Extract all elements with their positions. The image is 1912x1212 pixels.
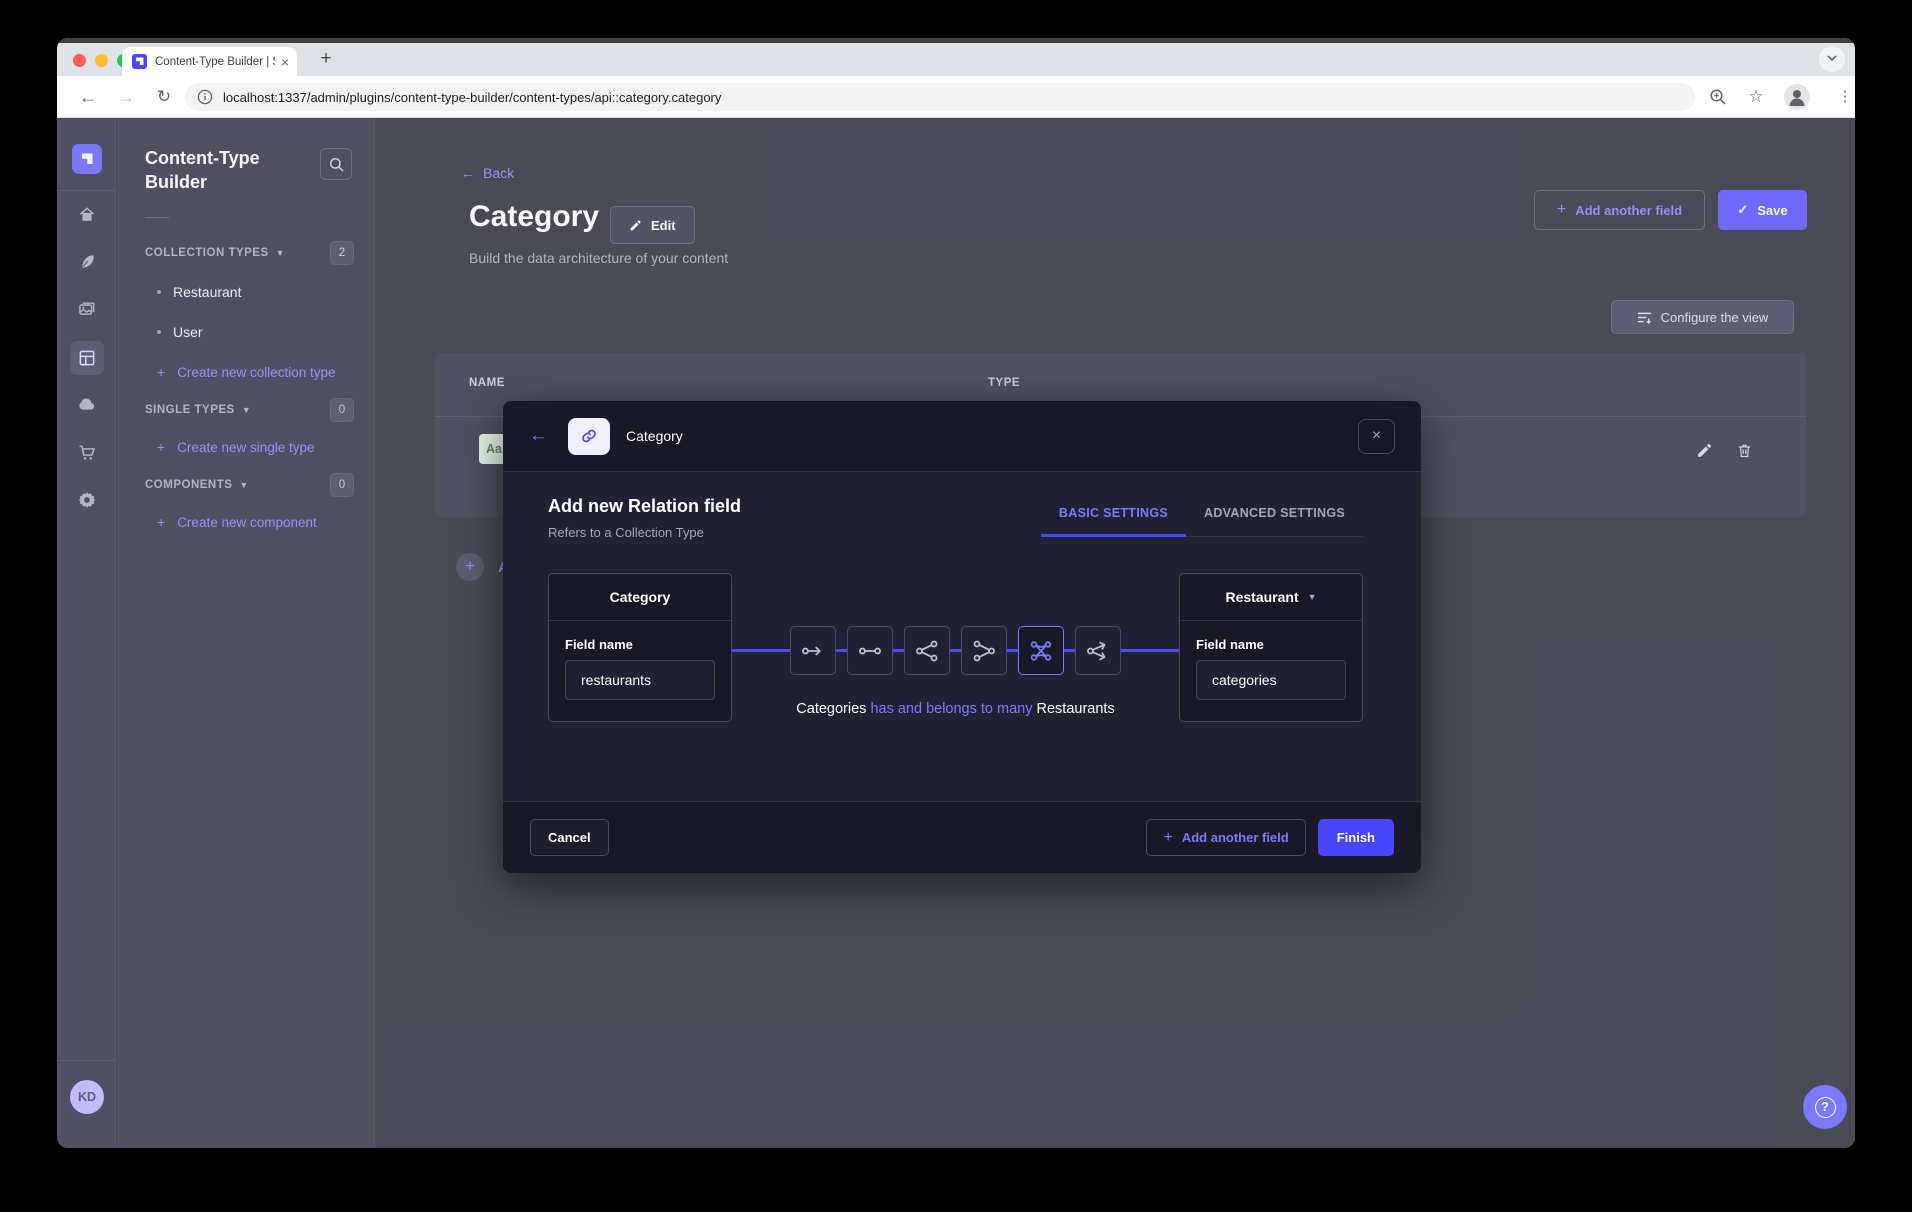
source-field-label: Field name — [565, 637, 715, 652]
source-card: Category Field name — [548, 573, 732, 722]
target-card: Restaurant ▼ Field name — [1179, 573, 1363, 722]
traffic-light-minimize[interactable] — [95, 54, 108, 67]
relation-one-to-many-icon[interactable] — [904, 626, 950, 675]
relation-many-way-icon[interactable] — [1075, 626, 1121, 675]
modal-footer: Cancel + Add another field Finish — [503, 801, 1421, 873]
modal-heading: Add new Relation field — [548, 496, 741, 517]
source-card-title: Category — [549, 574, 731, 621]
relation-one-way-icon[interactable] — [790, 626, 836, 675]
target-collection-dropdown[interactable]: Restaurant ▼ — [1180, 574, 1362, 621]
tab-title: Content-Type Builder | Strapi — [155, 56, 275, 68]
site-info-icon[interactable] — [197, 89, 213, 105]
strapi-admin-page: KD Content-Type Builder COLLECTION TYPES… — [57, 118, 1855, 1148]
modal-header: ← Category × — [503, 401, 1421, 472]
modal-subheading: Refers to a Collection Type — [548, 525, 741, 540]
finish-button[interactable]: Finish — [1318, 819, 1394, 856]
traffic-light-close[interactable] — [73, 54, 86, 67]
new-tab-button[interactable]: + — [313, 46, 339, 72]
modal-back-icon[interactable]: ← — [529, 425, 548, 447]
reload-icon[interactable]: ↻ — [151, 76, 177, 118]
tab-basic-settings[interactable]: BASIC SETTINGS — [1041, 502, 1186, 537]
modal-tabs: BASIC SETTINGS ADVANCED SETTINGS — [1041, 502, 1363, 537]
relation-sentence: Categories has and belongs to many Resta… — [732, 701, 1179, 717]
relation-link-icon — [568, 418, 610, 455]
tab-close-icon[interactable]: × — [281, 54, 289, 70]
browser-tab[interactable]: Content-Type Builder | Strapi × — [122, 47, 297, 76]
relation-many-to-one-icon[interactable] — [961, 626, 1007, 675]
chevron-down-icon: ▼ — [1308, 592, 1317, 602]
question-mark-icon: ? — [1815, 1097, 1836, 1118]
target-field-input[interactable] — [1196, 660, 1346, 700]
cancel-button[interactable]: Cancel — [530, 819, 609, 856]
zoom-magnifier-icon[interactable] — [1705, 76, 1731, 118]
strapi-favicon-icon — [132, 54, 147, 69]
browser-profile-avatar[interactable] — [1784, 84, 1810, 110]
back-nav-icon[interactable]: ← — [75, 76, 101, 118]
plus-icon: + — [1163, 829, 1172, 847]
bookmark-star-icon[interactable]: ☆ — [1743, 76, 1769, 118]
relation-selector: Categories has and belongs to many Resta… — [732, 573, 1179, 722]
help-button[interactable]: ? — [1803, 1085, 1847, 1129]
tab-strip: Content-Type Builder | Strapi × + — [57, 43, 1855, 76]
tab-search-button[interactable] — [1819, 46, 1845, 72]
relation-many-to-many-icon[interactable] — [1018, 626, 1064, 675]
modal-body: Add new Relation field Refers to a Colle… — [503, 472, 1421, 801]
relation-one-to-one-icon[interactable] — [847, 626, 893, 675]
add-relation-modal: ← Category × Add new Relation field Refe… — [503, 401, 1421, 873]
tab-advanced-settings[interactable]: ADVANCED SETTINGS — [1186, 502, 1363, 537]
close-icon[interactable]: × — [1358, 419, 1395, 454]
address-bar[interactable]: localhost:1337/admin/plugins/content-typ… — [185, 83, 1695, 111]
browser-menu-icon[interactable]: ⋮ — [1832, 76, 1855, 118]
modal-title: Category — [626, 428, 683, 444]
browser-toolbar: ← → ↻ localhost:1337/admin/plugins/conte… — [57, 76, 1855, 118]
modal-add-another-field-button[interactable]: + Add another field — [1146, 819, 1305, 856]
target-field-label: Field name — [1196, 637, 1346, 652]
url-text: localhost:1337/admin/plugins/content-typ… — [223, 90, 721, 105]
browser-window: Content-Type Builder | Strapi × + ← → ↻ … — [57, 38, 1855, 1148]
forward-nav-icon[interactable]: → — [113, 76, 139, 118]
source-field-input[interactable] — [565, 660, 715, 700]
